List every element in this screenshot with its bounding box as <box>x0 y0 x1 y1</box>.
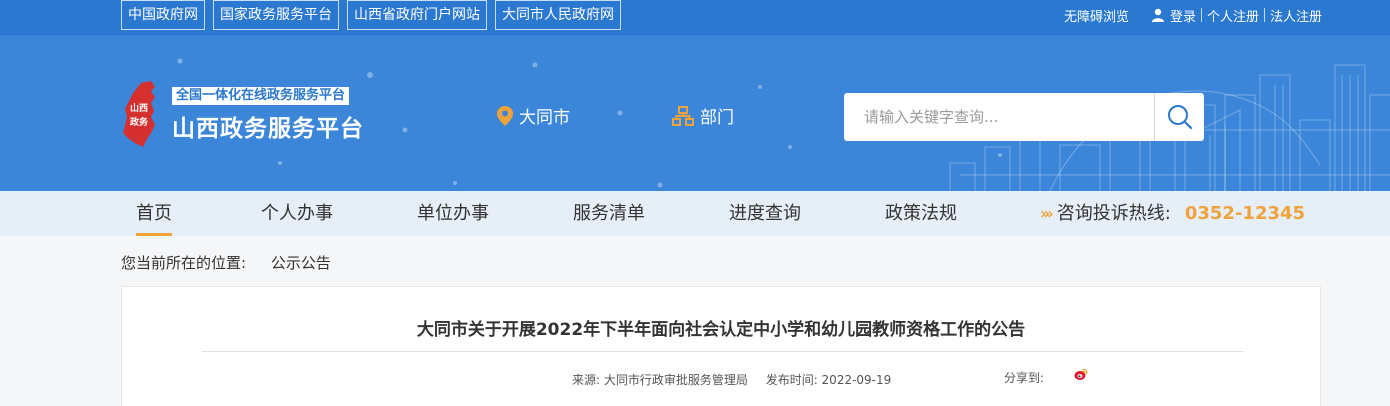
breadcrumb: 您当前所在的位置: 公示公告 <box>121 252 331 273</box>
search-icon <box>1167 105 1192 130</box>
nav-service-list[interactable]: 服务清单 <box>573 191 645 236</box>
shanxi-map-logo: 山西 政务 <box>123 81 155 147</box>
accessibility-link[interactable]: 无障碍浏览 <box>1064 6 1129 25</box>
top-bar: 中国政府网 国家政务服务平台 山西省政府门户网站 大同市人民政府网 无障碍浏览 … <box>0 0 1390 35</box>
double-chevron-icon: ››› <box>1040 203 1054 223</box>
platform-slogan: 全国一体化在线政务服务平台 <box>172 87 350 105</box>
user-icon <box>1151 8 1164 22</box>
article-date: 发布时间: 2022-09-19 <box>765 373 892 387</box>
hotline: ››› 咨询投诉热线: 0352-12345 <box>1040 191 1305 236</box>
nav-policy[interactable]: 政策法规 <box>885 191 957 236</box>
link-china-gov[interactable]: 中国政府网 <box>121 0 205 30</box>
personal-register-link[interactable]: 个人注册 <box>1207 6 1259 25</box>
site-title[interactable]: 山西政务服务平台 <box>172 109 364 143</box>
hotline-label: 咨询投诉热线: <box>1056 202 1171 224</box>
divider <box>1263 8 1265 22</box>
department-label: 部门 <box>700 108 734 128</box>
city-label: 大同市 <box>519 108 570 128</box>
article-title: 大同市关于开展2022年下半年面向社会认定中小学和幼儿园教师资格工作的公告 <box>416 320 1026 340</box>
link-national-service[interactable]: 国家政务服务平台 <box>213 0 339 30</box>
article-source: 来源: 大同市行政审批服务管理局 <box>572 373 748 387</box>
link-datong-gov[interactable]: 大同市人民政府网 <box>495 0 621 30</box>
org-chart-icon <box>672 105 694 126</box>
main-nav: 首页 个人办事 单位办事 服务清单 进度查询 政策法规 ››› 咨询投诉热线: … <box>0 191 1390 236</box>
gov-links: 中国政府网 国家政务服务平台 山西省政府门户网站 大同市人民政府网 <box>121 0 621 30</box>
search-input[interactable] <box>844 93 1154 141</box>
nav-progress[interactable]: 进度查询 <box>729 191 801 236</box>
account-links: 无障碍浏览 登录 个人注册 法人注册 <box>1064 0 1322 30</box>
login-link[interactable]: 登录 <box>1170 6 1196 25</box>
header-banner: 山西 政务 全国一体化在线政务服务平台 山西政务服务平台 大同市 部门 <box>0 35 1390 191</box>
nav-personal[interactable]: 个人办事 <box>261 191 333 236</box>
link-shanxi-gov[interactable]: 山西省政府门户网站 <box>347 0 487 30</box>
breadcrumb-label: 您当前所在的位置: <box>121 254 247 272</box>
article-panel: 大同市关于开展2022年下半年面向社会认定中小学和幼儿园教师资格工作的公告 来源… <box>121 286 1321 406</box>
city-selector[interactable]: 大同市 <box>497 103 570 128</box>
svg-text:政务: 政务 <box>130 116 149 128</box>
search-button[interactable] <box>1154 93 1204 141</box>
location-pin-icon <box>497 105 513 126</box>
nav-organization[interactable]: 单位办事 <box>417 191 489 236</box>
divider <box>1200 8 1202 22</box>
weibo-icon[interactable] <box>1074 367 1088 381</box>
hotline-number: 0352-12345 <box>1184 202 1306 224</box>
svg-text:山西: 山西 <box>130 102 148 114</box>
nav-home[interactable]: 首页 <box>136 191 172 236</box>
breadcrumb-current[interactable]: 公示公告 <box>271 254 331 272</box>
share-label: 分享到: <box>1004 371 1045 385</box>
corp-register-link[interactable]: 法人注册 <box>1270 6 1322 25</box>
department-selector[interactable]: 部门 <box>672 103 734 128</box>
divider <box>202 351 1244 352</box>
article-meta: 来源: 大同市行政审批服务管理局 发布时间: 2022-09-19 <box>572 371 891 388</box>
search-box <box>844 93 1204 141</box>
